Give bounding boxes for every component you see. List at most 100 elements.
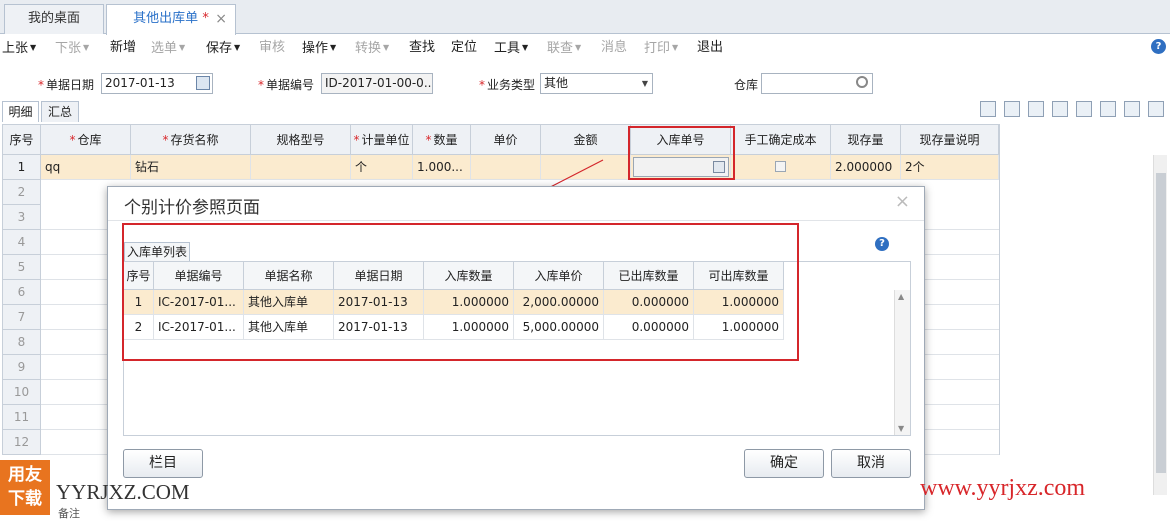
cell-warehouse[interactable]: qq bbox=[41, 155, 131, 180]
vertical-scrollbar[interactable] bbox=[1153, 155, 1167, 495]
biz-type-label: * 业务类型 bbox=[479, 78, 536, 92]
insert-row-icon[interactable] bbox=[1076, 101, 1092, 117]
bill-no-label: * 单据编号 bbox=[258, 78, 315, 92]
chevron-down-icon: ▼ bbox=[641, 79, 648, 88]
close-icon[interactable]: × bbox=[895, 191, 910, 212]
col-header-warehouse: * 仓库 bbox=[41, 125, 131, 155]
calendar-icon[interactable] bbox=[196, 76, 210, 90]
row-number: 6 bbox=[3, 280, 41, 305]
toolbar: 上张 ▼ 下张 ▼ 新增 选单 ▼ 保存 ▼ 审核 操作 ▼ 转换 ▼ 查找 定位 工具 ▼ … bbox=[0, 35, 1170, 61]
manual-cost-checkbox[interactable] bbox=[775, 161, 786, 172]
warehouse-label: 仓库 bbox=[734, 78, 759, 92]
tab-other-outbound[interactable]: 其他出库单 * × bbox=[106, 4, 236, 35]
batch-icon[interactable] bbox=[1052, 101, 1068, 117]
row-number: 2 bbox=[3, 180, 41, 205]
message-button[interactable]: 消息 bbox=[601, 39, 627, 57]
cell-item-name[interactable]: 钻石 bbox=[131, 155, 251, 180]
paste-row-icon[interactable] bbox=[1004, 101, 1020, 117]
copy-row-icon[interactable] bbox=[980, 101, 996, 117]
dialog-scrollbar[interactable]: ▲ ▼ bbox=[894, 290, 910, 435]
highlight-box bbox=[628, 126, 735, 180]
row-number: 11 bbox=[3, 405, 41, 430]
scroll-down-icon[interactable]: ▼ bbox=[898, 424, 904, 433]
row-number: 4 bbox=[3, 230, 41, 255]
col-header-spec: 规格型号 bbox=[251, 125, 351, 155]
exit-button[interactable]: 退出 bbox=[697, 39, 723, 57]
save-layout-icon[interactable] bbox=[1148, 101, 1164, 117]
scrollbar-thumb[interactable] bbox=[1156, 173, 1166, 473]
title-divider bbox=[108, 220, 924, 221]
tools-button[interactable]: 工具 ▼ bbox=[494, 39, 528, 58]
new-button[interactable]: 新增 bbox=[110, 39, 136, 57]
tab-my-desktop[interactable]: 我的桌面 bbox=[4, 4, 104, 34]
row-number: 3 bbox=[3, 205, 41, 230]
modified-mark: * bbox=[202, 11, 209, 26]
chevron-down-icon: ▼ bbox=[522, 43, 529, 52]
col-header-qty: * 数量 bbox=[413, 125, 471, 155]
row-number: 10 bbox=[3, 380, 41, 405]
next-button[interactable]: 下张 ▼ bbox=[55, 39, 89, 58]
cell-manual-cost[interactable] bbox=[731, 155, 831, 180]
audit-button[interactable]: 审核 bbox=[259, 39, 285, 57]
link-query-button[interactable]: 联查 ▼ bbox=[547, 39, 581, 58]
prev-button[interactable]: 上张 ▼ bbox=[2, 39, 36, 58]
save-button[interactable]: 保存 ▼ bbox=[206, 39, 240, 58]
col-header-stock: 现存量 bbox=[831, 125, 901, 155]
row-number: 5 bbox=[3, 255, 41, 280]
warehouse-field[interactable] bbox=[761, 73, 873, 94]
chevron-down-icon: ▼ bbox=[234, 43, 241, 52]
ok-button[interactable]: 确定 bbox=[744, 449, 824, 478]
bill-no-field[interactable]: ID-2017-01-00-0... bbox=[321, 73, 433, 94]
help-icon[interactable]: ? bbox=[1151, 39, 1166, 54]
watermark-logo: 用友 下载 bbox=[0, 460, 50, 515]
reference-dialog: 个别计价参照页面 × ? 入库单列表 序号 单据编号 单据名称 单据日期 入库数… bbox=[107, 186, 925, 510]
chevron-down-icon: ▼ bbox=[575, 43, 582, 52]
cell-stock[interactable]: 2.000000 bbox=[831, 155, 901, 180]
date-field[interactable]: 2017-01-13 bbox=[101, 73, 213, 94]
cell-stock-desc[interactable]: 2个 bbox=[901, 155, 999, 180]
col-header-item-name: * 存货名称 bbox=[131, 125, 251, 155]
dialog-title: 个别计价参照页面 bbox=[124, 198, 260, 218]
chevron-down-icon: ▼ bbox=[330, 43, 337, 52]
convert-button[interactable]: 转换 ▼ bbox=[355, 39, 389, 58]
col-header-stock-desc: 现存量说明 bbox=[901, 125, 999, 155]
chart-icon[interactable] bbox=[1124, 101, 1140, 117]
watermark-url: www.yyrjxz.com bbox=[920, 475, 1086, 501]
tab-bar: 我的桌面 其他出库单 * × bbox=[0, 0, 1170, 35]
row-number: 1 bbox=[3, 155, 41, 180]
chevron-down-icon: ▼ bbox=[30, 43, 37, 52]
refer-icon[interactable] bbox=[1100, 101, 1116, 117]
cancel-button[interactable]: 取消 bbox=[831, 449, 911, 478]
remark-label: 备注 bbox=[58, 507, 80, 520]
scroll-up-icon[interactable]: ▲ bbox=[898, 292, 904, 301]
col-header-unit: * 计量单位 bbox=[351, 125, 413, 155]
operation-button[interactable]: 操作 ▼ bbox=[302, 39, 336, 58]
row-number: 8 bbox=[3, 330, 41, 355]
chevron-down-icon: ▼ bbox=[672, 43, 679, 52]
tab-label: 我的桌面 bbox=[27, 11, 80, 26]
tab-label: 其他出库单 bbox=[133, 11, 199, 26]
locate-button[interactable]: 定位 bbox=[451, 39, 477, 57]
chevron-down-icon: ▼ bbox=[179, 43, 186, 52]
tab-detail[interactable]: 明细 bbox=[2, 101, 39, 122]
search-icon[interactable] bbox=[856, 76, 868, 88]
select-bill-button[interactable]: 选单 ▼ bbox=[151, 39, 185, 58]
cell-unit[interactable]: 个 bbox=[351, 155, 413, 180]
chevron-down-icon: ▼ bbox=[83, 43, 90, 52]
highlight-box bbox=[122, 223, 799, 361]
close-tab-icon[interactable]: × bbox=[215, 5, 227, 33]
cell-spec[interactable] bbox=[251, 155, 351, 180]
row-number: 7 bbox=[3, 305, 41, 330]
date-label: * 单据日期 bbox=[38, 78, 95, 92]
export-excel-icon[interactable] bbox=[1028, 101, 1044, 117]
columns-button[interactable]: 栏目 bbox=[123, 449, 203, 478]
biz-type-select[interactable]: 其他 ▼ bbox=[540, 73, 653, 94]
print-button[interactable]: 打印 ▼ bbox=[644, 39, 678, 58]
row-number: 12 bbox=[3, 430, 41, 455]
help-icon[interactable]: ? bbox=[875, 237, 889, 251]
col-header-no: 序号 bbox=[3, 125, 41, 155]
cell-qty[interactable]: 1.000... bbox=[413, 155, 471, 180]
tab-summary[interactable]: 汇总 bbox=[41, 101, 79, 122]
find-button[interactable]: 查找 bbox=[409, 39, 435, 57]
col-header-manual-cost: 手工确定成本 bbox=[731, 125, 831, 155]
